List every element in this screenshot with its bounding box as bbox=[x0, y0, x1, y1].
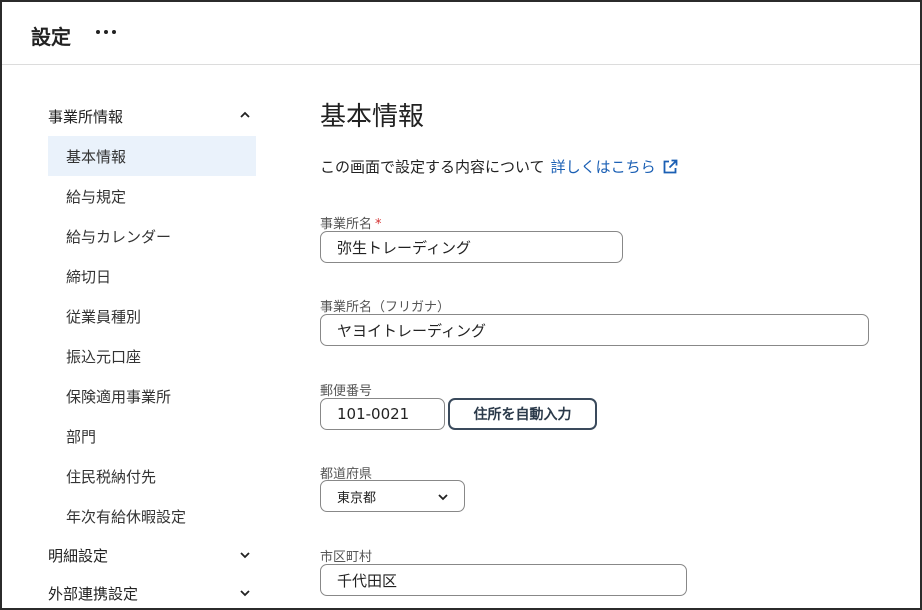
sidebar-item-payroll-calendar[interactable]: 給与カレンダー bbox=[48, 216, 256, 256]
required-mark: * bbox=[375, 217, 382, 232]
sidebar-item-label: 振込元口座 bbox=[66, 347, 142, 366]
office-name-kana-label: 事業所名（フリガナ） bbox=[320, 300, 451, 315]
page-title: 基本情報 bbox=[320, 102, 425, 132]
sidebar-item-label: 給与規定 bbox=[66, 187, 127, 206]
more-options-icon[interactable] bbox=[92, 19, 120, 45]
office-name-label: 事業所名 * bbox=[320, 213, 382, 232]
chevron-down-icon bbox=[438, 494, 448, 501]
auto-fill-address-button[interactable]: 住所を自動入力 bbox=[448, 398, 597, 430]
intro-line: この画面で設定する内容について 詳しくはこちら bbox=[320, 156, 678, 177]
sidebar-item-label: 保険適用事業所 bbox=[66, 387, 172, 406]
sidebar-item-closing-date[interactable]: 締切日 bbox=[48, 256, 256, 296]
sidebar-group-label: 事業所情報 bbox=[48, 107, 124, 126]
sidebar-item-payroll-rules[interactable]: 給与規定 bbox=[48, 176, 256, 216]
sidebar-item-label: 給与カレンダー bbox=[66, 227, 172, 246]
sidebar-item-label: 年次有給休暇設定 bbox=[66, 507, 187, 526]
chevron-down-icon bbox=[240, 552, 250, 559]
details-link-label: 詳しくはこちら bbox=[550, 158, 656, 176]
sidebar-group-statement-settings[interactable]: 明細設定 bbox=[48, 536, 256, 574]
postal-code-label: 郵便番号 bbox=[320, 384, 373, 399]
sidebar-item-paid-leave[interactable]: 年次有給休暇設定 bbox=[48, 496, 256, 536]
header-bar: 設定 bbox=[2, 2, 920, 65]
sidebar-group-label: 外部連携設定 bbox=[48, 584, 139, 603]
chevron-up-icon bbox=[240, 111, 250, 118]
sidebar-group-label: 明細設定 bbox=[48, 546, 109, 565]
sidebar-item-label: 住民税納付先 bbox=[66, 467, 157, 486]
sidebar-item-resident-tax[interactable]: 住民税納付先 bbox=[48, 456, 256, 496]
prefecture-select-value: 東京都 bbox=[337, 490, 377, 506]
settings-sidebar: 事業所情報 基本情報 給与規定 給与カレンダー 締切日 従業員種別 振込元口座 … bbox=[48, 96, 256, 610]
intro-text: この画面で設定する内容について bbox=[320, 158, 545, 176]
sidebar-item-department[interactable]: 部門 bbox=[48, 416, 256, 456]
sidebar-item-label: 従業員種別 bbox=[66, 307, 142, 326]
external-link-icon bbox=[663, 159, 677, 173]
details-link[interactable]: 詳しくはこちら bbox=[551, 156, 678, 177]
office-name-label-text: 事業所名 bbox=[320, 217, 373, 232]
prefecture-select[interactable]: 東京都 bbox=[320, 480, 465, 512]
sidebar-group-office-info[interactable]: 事業所情報 bbox=[48, 96, 256, 136]
sidebar-group-external-integration[interactable]: 外部連携設定 bbox=[48, 574, 256, 610]
sidebar-item-basic-info[interactable]: 基本情報 bbox=[48, 136, 256, 176]
sidebar-item-label: 基本情報 bbox=[66, 147, 127, 166]
chevron-down-icon bbox=[240, 590, 250, 597]
city-input[interactable]: 千代田区 bbox=[320, 564, 687, 596]
sidebar-item-label: 部門 bbox=[66, 427, 97, 446]
sidebar-item-employee-type[interactable]: 従業員種別 bbox=[48, 296, 256, 336]
office-name-kana-input[interactable]: ヤヨイトレーディング bbox=[320, 314, 869, 346]
office-name-input[interactable]: 弥生トレーディング bbox=[320, 231, 623, 263]
sidebar-item-insured-office[interactable]: 保険適用事業所 bbox=[48, 376, 256, 416]
page-header-title: 設定 bbox=[31, 25, 71, 49]
sidebar-item-source-account[interactable]: 振込元口座 bbox=[48, 336, 256, 376]
sidebar-item-label: 締切日 bbox=[66, 267, 112, 286]
city-label: 市区町村 bbox=[320, 550, 373, 565]
postal-code-input[interactable]: 101-0021 bbox=[320, 398, 445, 430]
